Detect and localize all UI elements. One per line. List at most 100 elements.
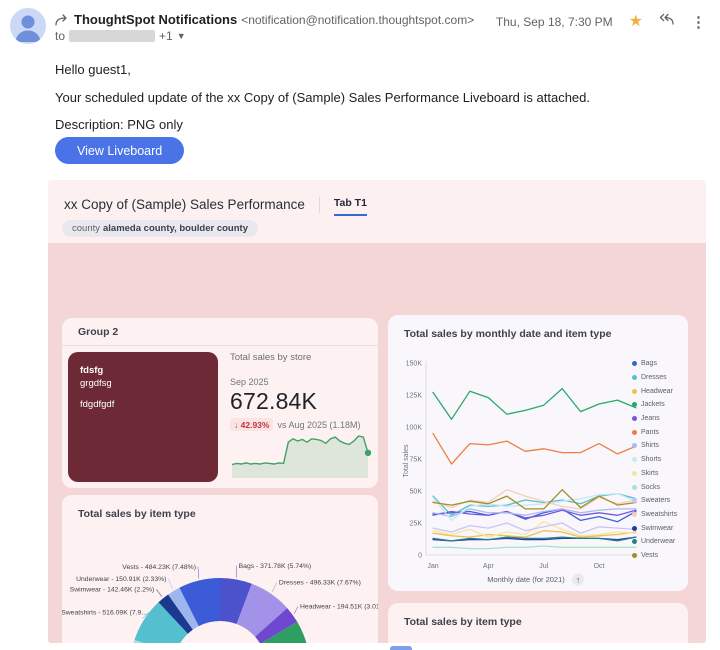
group-header: Group 2 — [62, 318, 378, 346]
group-title: Group 2 — [78, 326, 119, 338]
donut-slice-label: Bags - 371.78K (5.74%) — [239, 563, 312, 570]
donut-chart-title: Total sales by item type — [78, 508, 196, 520]
legend-item[interactable]: Sweaters — [632, 494, 682, 508]
legend-label: Shorts — [641, 456, 662, 464]
body-text: Your scheduled update of the xx Copy of … — [55, 90, 590, 105]
kpi-title: Total sales by store — [230, 352, 312, 363]
legend-dot — [632, 361, 637, 367]
legend-label: Jackets — [641, 401, 665, 409]
reply-all-icon[interactable] — [659, 12, 675, 31]
legend-dot — [632, 375, 637, 381]
svg-text:Oct: Oct — [594, 563, 605, 570]
legend-item[interactable]: Underwear — [632, 535, 682, 549]
note-tile: fdsfg grgdfsg fdgdfgdf — [68, 352, 218, 482]
line-chart-title: Total sales by monthly date and item typ… — [404, 328, 612, 340]
svg-text:25K: 25K — [410, 521, 423, 528]
legend-dot — [632, 470, 637, 476]
legend-item[interactable]: Swimwear — [632, 521, 682, 535]
divider — [318, 196, 320, 213]
legend-item[interactable]: Jeans — [632, 412, 682, 426]
gmail-email-view: ThoughtSpot Notifications <notification@n… — [0, 0, 720, 650]
view-liveboard-button[interactable]: View Liveboard — [55, 137, 185, 164]
donut-slice-label: Vests - 484.23K (7.48%) — [122, 564, 196, 571]
chart-legend: Bags Dresses Headwear Jackets Jeans Pants Shir… — [632, 357, 682, 562]
bar-chart-card: Total sales by item type 1M2M1.41M990.69… — [388, 603, 688, 643]
svg-text:125K: 125K — [406, 393, 423, 400]
partially-visible-element — [390, 646, 412, 650]
sender-name: ThoughtSpot Notifications — [74, 12, 238, 27]
svg-text:100K: 100K — [406, 425, 423, 432]
liveboard-panel: Group 2 fdsfg grgdfsg fdgdfgdf Total sal… — [48, 243, 706, 643]
legend-dot — [632, 525, 637, 531]
recipient-redacted — [69, 30, 156, 42]
legend-dot — [632, 402, 637, 408]
filter-chip-county[interactable]: county alameda county, boulder county — [62, 220, 258, 237]
to-label: to — [55, 29, 66, 43]
legend-label: Vests — [641, 551, 659, 559]
legend-label: Dresses — [641, 374, 667, 382]
line-chart-card: Total sales by monthly date and item typ… — [388, 315, 688, 591]
svg-text:150K: 150K — [406, 361, 423, 368]
donut-slice-label: Sweatshirts - 516.09K (7.9... — [62, 609, 147, 616]
group-2-card: Group 2 fdsfg grgdfsg fdgdfgdf Total sal… — [62, 318, 378, 488]
svg-text:75K: 75K — [410, 457, 423, 464]
donut-slice-label: Dresses - 496.33K (7.67%) — [279, 580, 361, 587]
legend-item[interactable]: Shirts — [632, 439, 682, 453]
legend-item[interactable]: Sweatshirts — [632, 508, 682, 522]
filter-values: alameda county, boulder county — [103, 223, 248, 234]
legend-item[interactable]: Dresses — [632, 371, 682, 385]
email-date: Thu, Sep 18, 7:30 PM — [495, 14, 613, 29]
legend-item[interactable]: Skirts — [632, 467, 682, 481]
donut-chart-card: Total sales by item type Vests - 484.23K… — [62, 495, 378, 643]
legend-item[interactable]: Socks — [632, 480, 682, 494]
legend-label: Skirts — [641, 469, 659, 477]
line-chart: 0 25K 50K 75K 100K 125K 150K Jan Apr Jul Oct Total … — [403, 361, 638, 586]
sender-address: <notification@notification.thoughtspot.c… — [241, 13, 475, 27]
legend-label: Shirts — [641, 442, 659, 450]
donut-chart: Vests - 484.23K (7.48%) Underwear - 150.9… — [62, 563, 378, 643]
tab-t1[interactable]: Tab T1 — [333, 197, 367, 216]
avatar[interactable] — [10, 8, 46, 44]
legend-item[interactable]: Bags — [632, 357, 682, 371]
liveboard-image: xx Copy of (Sample) Sales Performance Ta… — [48, 180, 706, 643]
note-line-1: fdsfg — [80, 365, 104, 376]
more-options-icon[interactable]: ⋮ — [691, 13, 706, 31]
bar-chart-title: Total sales by item type — [404, 616, 522, 628]
y-axis-label: Total sales — [403, 444, 410, 478]
description-text: Description: PNG only — [55, 117, 183, 132]
legend-label: Bags — [641, 360, 657, 368]
legend-dot — [632, 511, 637, 517]
legend-dot — [632, 498, 637, 504]
legend-label: Sweaters — [641, 497, 671, 505]
legend-dot — [632, 457, 637, 463]
legend-dot — [632, 484, 637, 490]
person-icon — [10, 8, 46, 44]
legend-label: Headwear — [641, 387, 673, 395]
liveboard-title: xx Copy of (Sample) Sales Performance — [64, 197, 305, 212]
legend-item[interactable]: Headwear — [632, 384, 682, 398]
recipient-extra: +1 — [159, 29, 173, 43]
bar-chart: 1M2M1.41M990.69K516.09K484.23K371.78K355… — [388, 633, 688, 643]
legend-label: Swimwear — [641, 524, 674, 532]
svg-text:50K: 50K — [410, 489, 423, 496]
legend-item[interactable]: Vests — [632, 549, 682, 563]
legend-dot — [632, 539, 637, 545]
note-line-2: grgdfsg — [80, 378, 112, 389]
legend-item[interactable]: Pants — [632, 425, 682, 439]
filter-name: county — [72, 223, 100, 234]
greeting-text: Hello guest1, — [55, 62, 131, 77]
legend-dot — [632, 429, 637, 435]
donut-slice-label: Headwear - 194.51K (3.01%) — [300, 604, 378, 611]
legend-item[interactable]: Shorts — [632, 453, 682, 467]
donut-slice-label: Underwear - 150.91K (2.33%) — [76, 576, 166, 583]
legend-item[interactable]: Jackets — [632, 398, 682, 412]
sort-ascending-icon: ↑ — [576, 576, 580, 585]
note-line-3: fdgdfgdf — [80, 399, 115, 410]
legend-label: Sweatshirts — [641, 510, 678, 518]
kpi-sparkline — [231, 435, 372, 478]
kpi-value: 672.84K — [230, 388, 318, 414]
legend-dot — [632, 388, 637, 394]
legend-label: Jeans — [641, 415, 660, 423]
star-icon[interactable]: ★ — [629, 13, 643, 30]
show-details-icon[interactable]: ▼ — [177, 31, 186, 41]
